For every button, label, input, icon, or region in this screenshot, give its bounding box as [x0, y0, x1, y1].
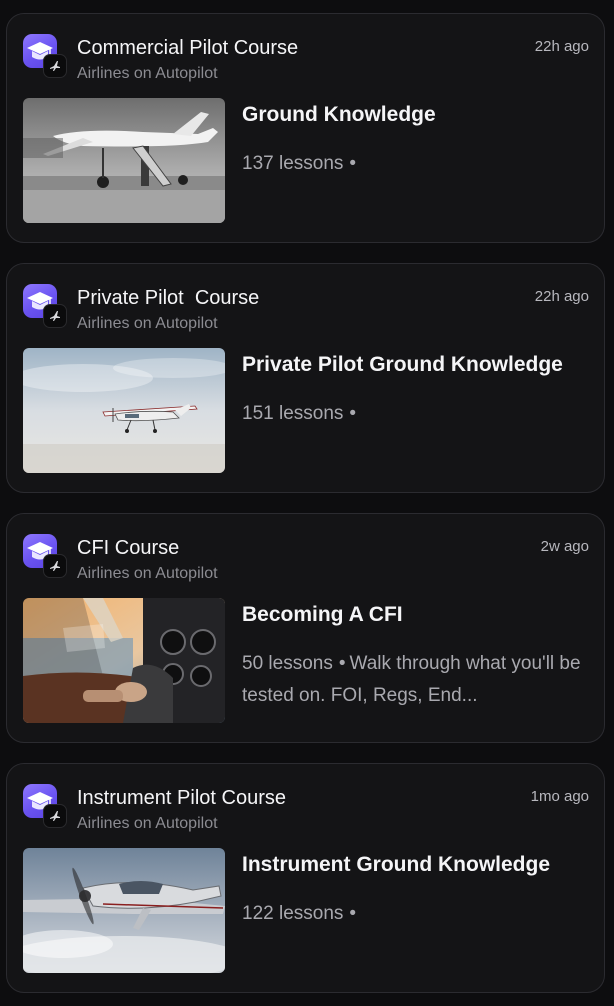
lesson-title: Ground Knowledge [242, 103, 436, 126]
lesson-count: 122 lessons [242, 903, 344, 924]
lesson-meta: 137 lessons • [242, 148, 592, 180]
lesson-title: Private Pilot Ground Knowledge [242, 353, 563, 376]
app-icon [23, 784, 67, 828]
app-icon [23, 534, 67, 578]
post-time: 2w ago [540, 538, 589, 555]
course-card-cfi[interactable]: CFI Course Airlines on Autopilot 2w ago [6, 513, 605, 743]
lesson-meta: 50 lessons • Walk through what you'll be t… [242, 648, 592, 712]
separator-dot: • [349, 903, 357, 924]
course-thumbnail[interactable] [23, 598, 225, 723]
course-author: Airlines on Autopilot [77, 565, 218, 582]
airplane-icon [50, 61, 60, 71]
lesson-count: 151 lessons [242, 403, 344, 424]
course-thumbnail[interactable] [23, 348, 225, 473]
course-title: Commercial Pilot Course [77, 37, 299, 59]
course-author: Airlines on Autopilot [77, 315, 218, 332]
course-title: Instrument Pilot Course [77, 787, 286, 809]
course-title: Private Pilot Course [77, 287, 260, 309]
separator-dot: • [338, 653, 346, 674]
course-thumbnail[interactable] [23, 98, 225, 223]
course-thumbnail[interactable] [23, 848, 225, 973]
app-icon [23, 34, 67, 78]
separator-dot: • [349, 153, 357, 174]
post-time: 22h ago [534, 288, 589, 305]
airplane-icon [50, 311, 60, 321]
lesson-title: Instrument Ground Knowledge [242, 853, 550, 876]
airplane-icon [50, 561, 60, 571]
post-time: 22h ago [534, 38, 589, 55]
course-card-instrument[interactable]: Instrument Pilot Course Airlines on Auto… [6, 763, 605, 993]
lesson-meta: 151 lessons • [242, 398, 592, 430]
course-card-private[interactable]: Private Pilot Course Airlines on Autopil… [6, 263, 605, 493]
post-time: 1mo ago [530, 788, 589, 805]
separator-dot: • [349, 403, 357, 424]
app-icon [23, 284, 67, 328]
course-card-commercial[interactable]: Commercial Pilot Course Airlines on Auto… [6, 13, 605, 243]
lesson-count: 50 lessons [242, 653, 333, 674]
course-author: Airlines on Autopilot [77, 815, 218, 832]
lesson-count: 137 lessons [242, 153, 344, 174]
course-title: CFI Course [77, 537, 180, 559]
lesson-title: Becoming A CFI [242, 603, 403, 626]
lesson-meta: 122 lessons • [242, 898, 592, 930]
course-author: Airlines on Autopilot [77, 65, 218, 82]
course-feed: Commercial Pilot Course Airlines on Auto… [0, 0, 614, 1006]
airplane-icon [50, 811, 60, 821]
